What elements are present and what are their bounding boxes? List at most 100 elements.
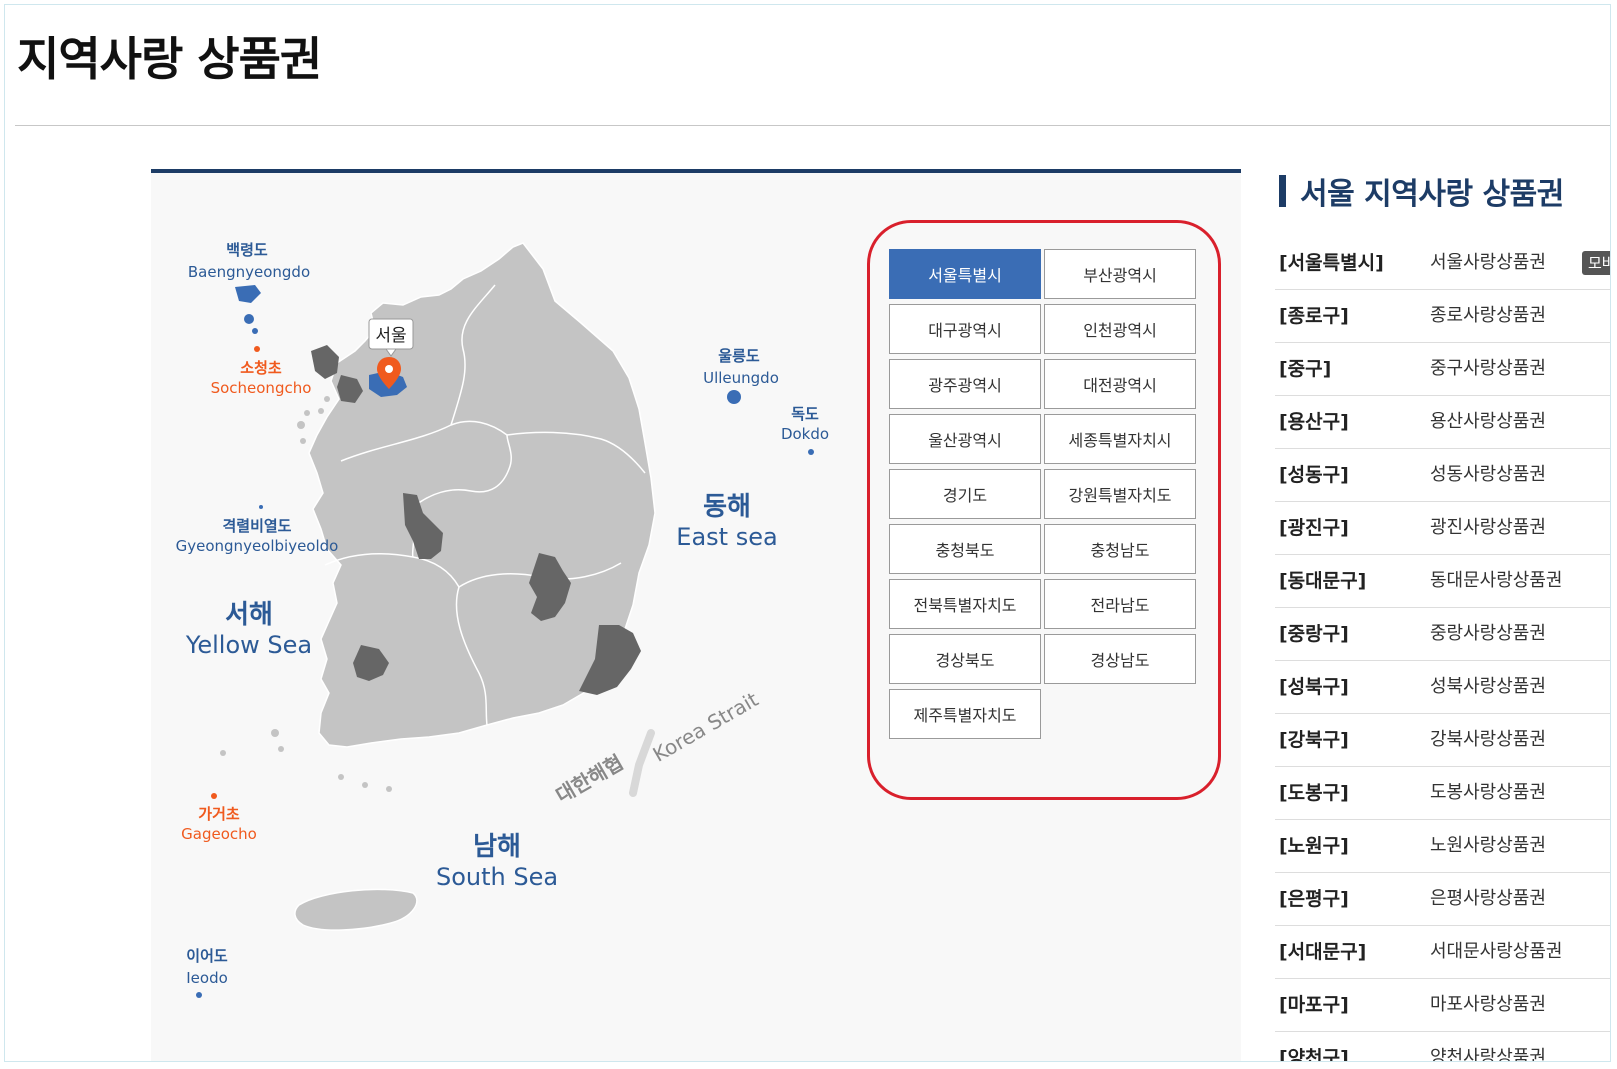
voucher-row[interactable]: [은평구] 은평사랑상품권 <box>1275 873 1610 926</box>
voucher-row[interactable]: [양천구] 양천사랑상품권 <box>1275 1032 1610 1062</box>
voucher-name-link[interactable]: 도봉사랑상품권 <box>1430 767 1546 819</box>
region-button[interactable]: 광주광역시 <box>889 359 1041 409</box>
voucher-district: [중랑구] <box>1279 623 1349 645</box>
region-button[interactable]: 세종특별자치시 <box>1044 414 1196 464</box>
voucher-name-link[interactable]: 종로사랑상품권 <box>1430 290 1546 342</box>
region-button[interactable]: 전북특별자치도 <box>889 579 1041 629</box>
label-gageocho-en: Gageocho <box>181 825 257 843</box>
voucher-row[interactable]: [성북구] 성북사랑상품권 <box>1275 661 1610 714</box>
voucher-district: [강북구] <box>1279 729 1349 751</box>
voucher-district: [성동구] <box>1279 464 1349 486</box>
ieodo-dot <box>196 992 202 998</box>
voucher-name-link[interactable]: 성동사랑상품권 <box>1430 449 1546 501</box>
voucher-row[interactable]: [중랑구] 중랑사랑상품권 <box>1275 608 1610 661</box>
region-button[interactable]: 경상남도 <box>1044 634 1196 684</box>
voucher-district: [양천구] <box>1279 1047 1349 1062</box>
label-ieodo-en: Ieodo <box>186 969 228 987</box>
dokdo-dot <box>808 449 814 455</box>
seoul-marker-label: 서울 <box>375 326 406 346</box>
baengnyeongdo-island <box>235 285 261 334</box>
voucher-name-link[interactable]: 노원사랑상품권 <box>1430 820 1546 872</box>
voucher-name-link[interactable]: 강북사랑상품권 <box>1430 714 1546 766</box>
region-button[interactable]: 경기도 <box>889 469 1041 519</box>
voucher-district: [용산구] <box>1279 411 1349 433</box>
mobile-badge[interactable]: 모바일 <box>1582 251 1610 275</box>
voucher-name-link[interactable]: 마포사랑상품권 <box>1430 979 1546 1031</box>
label-dokdo-en: Dokdo <box>781 425 829 443</box>
voucher-name-link[interactable]: 양천사랑상품권 <box>1430 1032 1546 1061</box>
label-dokdo-kr: 독도 <box>791 405 819 423</box>
voucher-name-link[interactable]: 서대문사랑상품권 <box>1430 926 1562 978</box>
region-button[interactable]: 서울특별시 <box>889 249 1041 299</box>
region-button[interactable]: 대전광역시 <box>1044 359 1196 409</box>
label-east-sea-kr: 동해 <box>703 492 751 522</box>
voucher-district: [성북구] <box>1279 676 1349 698</box>
voucher-row[interactable]: [종로구] 종로사랑상품권 <box>1275 290 1610 343</box>
voucher-row[interactable]: [서대문구] 서대문사랑상품권 <box>1275 926 1610 979</box>
label-korea-strait-kr: 대한해협 <box>552 750 628 808</box>
socheongcho-dot <box>254 346 260 352</box>
ulleungdo-dot <box>727 390 741 404</box>
label-korea-strait-en: Korea Strait <box>649 687 763 767</box>
voucher-sidebar: 서울 지역사랑 상품권 [서울특별시] 서울사랑상품권 모바일 [종로구] 종로사랑상품… <box>1275 163 1610 1062</box>
region-button[interactable]: 인천광역시 <box>1044 304 1196 354</box>
region-button[interactable]: 충청북도 <box>889 524 1041 574</box>
voucher-name-link[interactable]: 중구사랑상품권 <box>1430 343 1546 395</box>
region-button[interactable]: 부산광역시 <box>1044 249 1196 299</box>
voucher-name-link[interactable]: 서울사랑상품권 <box>1430 237 1546 289</box>
korea-strait-stripe <box>629 729 655 797</box>
label-yellow-sea-en: Yellow Sea <box>185 631 312 659</box>
voucher-row[interactable]: [도봉구] 도봉사랑상품권 <box>1275 767 1610 820</box>
voucher-name-link[interactable]: 성북사랑상품권 <box>1430 661 1546 713</box>
voucher-district: [마포구] <box>1279 994 1349 1016</box>
voucher-district: [서울특별시] <box>1279 252 1384 274</box>
voucher-district: [동대문구] <box>1279 570 1367 592</box>
label-gageocho-kr: 가거초 <box>198 805 240 823</box>
region-button[interactable]: 대구광역시 <box>889 304 1041 354</box>
gyeongnyeolbiyeoldo-dot <box>259 505 263 509</box>
voucher-row[interactable]: [광진구] 광진사랑상품권 <box>1275 502 1610 555</box>
label-gyeongnyeolbiyeoldo-kr: 격렬비열도 <box>222 517 291 535</box>
title-divider <box>15 125 1610 126</box>
voucher-row[interactable]: [동대문구] 동대문사랑상품권 <box>1275 555 1610 608</box>
page-frame: 지역사랑 상품권 서울 백령도 Baengnyeongdo 소청초 Socheo… <box>4 4 1611 1062</box>
region-button[interactable]: 경상북도 <box>889 634 1041 684</box>
voucher-name-link[interactable]: 은평사랑상품권 <box>1430 873 1546 925</box>
sidebar-heading: 서울 지역사랑 상품권 <box>1279 173 1564 212</box>
voucher-row[interactable]: [성동구] 성동사랑상품권 <box>1275 449 1610 502</box>
label-ieodo-kr: 이어도 <box>186 947 228 965</box>
region-button[interactable]: 제주특별자치도 <box>889 689 1041 739</box>
voucher-name-link[interactable]: 용산사랑상품권 <box>1430 396 1546 448</box>
region-button[interactable]: 전라남도 <box>1044 579 1196 629</box>
label-yellow-sea-kr: 서해 <box>225 600 273 630</box>
voucher-row[interactable]: [서울특별시] 서울사랑상품권 모바일 <box>1275 237 1610 290</box>
voucher-row[interactable]: [중구] 중구사랑상품권 <box>1275 343 1610 396</box>
label-baengnyeongdo-en: Baengnyeongdo <box>188 263 310 281</box>
voucher-row[interactable]: [마포구] 마포사랑상품권 <box>1275 979 1610 1032</box>
label-socheongcho-kr: 소청초 <box>240 359 282 377</box>
voucher-district: [도봉구] <box>1279 782 1349 804</box>
label-baengnyeongdo-kr: 백령도 <box>226 241 268 259</box>
voucher-district: [은평구] <box>1279 888 1349 910</box>
region-button[interactable]: 충청남도 <box>1044 524 1196 574</box>
voucher-district: [중구] <box>1279 358 1332 380</box>
voucher-row[interactable]: [용산구] 용산사랑상품권 <box>1275 396 1610 449</box>
jeju-island[interactable] <box>294 888 418 931</box>
label-gyeongnyeolbiyeoldo-en: Gyeongnyeolbiyeoldo <box>176 537 339 555</box>
region-button[interactable]: 울산광역시 <box>889 414 1041 464</box>
voucher-row[interactable]: [노원구] 노원사랑상품권 <box>1275 820 1610 873</box>
heading-accent-bar <box>1279 175 1286 207</box>
voucher-list: [서울특별시] 서울사랑상품권 모바일 [종로구] 종로사랑상품권 [중구] 중구사랑상품권… <box>1275 237 1610 1062</box>
page-title: 지역사랑 상품권 <box>17 32 322 86</box>
voucher-name-link[interactable]: 동대문사랑상품권 <box>1430 555 1562 607</box>
label-ulleungdo-en: Ulleungdo <box>703 369 779 387</box>
gageocho-dot <box>211 793 217 799</box>
region-button[interactable]: 강원특별자치도 <box>1044 469 1196 519</box>
voucher-name-link[interactable]: 중랑사랑상품권 <box>1430 608 1546 660</box>
voucher-name-link[interactable]: 광진사랑상품권 <box>1430 502 1546 554</box>
voucher-district: [광진구] <box>1279 517 1349 539</box>
voucher-row[interactable]: [강북구] 강북사랑상품권 <box>1275 714 1610 767</box>
label-socheongcho-en: Socheongcho <box>211 379 312 397</box>
voucher-district: [종로구] <box>1279 305 1349 327</box>
label-east-sea-en: East sea <box>676 523 777 551</box>
